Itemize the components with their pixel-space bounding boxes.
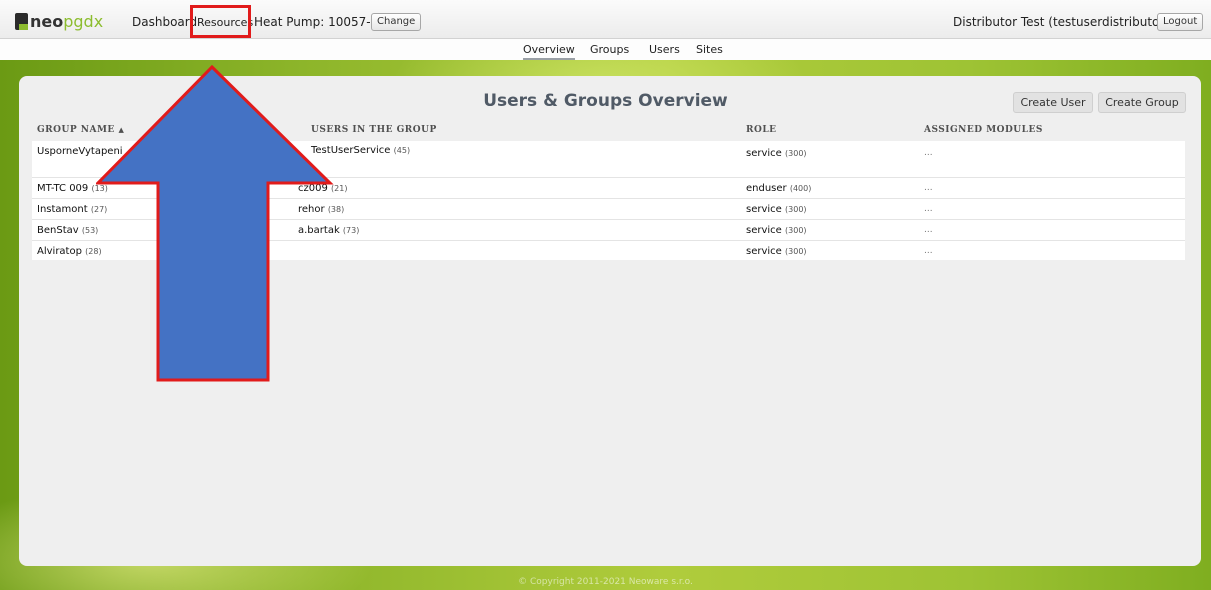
group-name-text: MT-TC 009 — [37, 183, 89, 194]
assigned-modules[interactable]: ... — [924, 148, 933, 158]
role-text: service — [746, 225, 782, 236]
logo-icon — [15, 12, 28, 30]
device-label: Heat Pump: 10057-1 — [254, 15, 379, 29]
tab-users[interactable]: Users — [649, 43, 680, 56]
role-code: (300) — [785, 226, 807, 235]
assigned-modules[interactable]: ... — [924, 204, 933, 214]
sub-nav: Overview Groups Users Sites — [0, 39, 1211, 60]
role-text: service — [746, 148, 782, 159]
nav-dashboard[interactable]: Dashboard — [132, 15, 197, 29]
group-name-text: Alviratop — [37, 246, 82, 257]
create-user-button[interactable]: Create User — [1013, 92, 1093, 113]
arrow-up-icon — [96, 65, 334, 382]
role: service (300) — [746, 246, 807, 257]
column-header-role[interactable]: Role — [746, 125, 777, 135]
current-user: Distributor Test (testuserdistributor) — [953, 15, 1170, 29]
role-code: (300) — [785, 205, 807, 214]
logo-text-pgdx: pgdx — [63, 11, 104, 31]
tab-groups[interactable]: Groups — [590, 43, 629, 56]
role-text: enduser — [746, 183, 787, 194]
role: service (300) — [746, 148, 807, 159]
assigned-modules[interactable]: ... — [924, 225, 933, 235]
logo-text-neo: neo — [30, 11, 64, 31]
tab-overview[interactable]: Overview — [523, 43, 575, 60]
group-name-text: BenStav — [37, 225, 79, 236]
role-text: service — [746, 246, 782, 257]
group-name-text: Instamont — [37, 204, 88, 215]
user-count: (45) — [393, 146, 411, 155]
assigned-modules[interactable]: ... — [924, 183, 933, 193]
role-code: (400) — [789, 184, 812, 193]
role-code: (300) — [785, 149, 807, 158]
column-header-modules[interactable]: Assigned modules — [924, 125, 1043, 135]
role-code: (300) — [785, 247, 807, 256]
resources-highlight-box — [190, 5, 251, 38]
role: service (300) — [746, 225, 807, 236]
assigned-modules[interactable]: ... — [924, 246, 933, 256]
group-name[interactable]: BenStav (53) — [37, 225, 98, 236]
top-bar: neo pgdx Dashboard Resources Heat Pump: … — [0, 0, 1211, 39]
user-count: (73) — [342, 226, 360, 235]
logout-button[interactable]: Logout — [1157, 13, 1204, 31]
footer-copyright: © Copyright 2011-2021 Neoware s.r.o. — [518, 577, 693, 587]
change-button[interactable]: Change — [371, 13, 422, 31]
role: service (300) — [746, 204, 807, 215]
tab-sites[interactable]: Sites — [696, 43, 723, 56]
role-text: service — [746, 204, 782, 215]
group-name[interactable]: Alviratop (28) — [37, 246, 102, 257]
role: enduser (400) — [746, 183, 811, 194]
logo[interactable]: neo pgdx — [15, 11, 103, 31]
create-group-button[interactable]: Create Group — [1098, 92, 1186, 113]
